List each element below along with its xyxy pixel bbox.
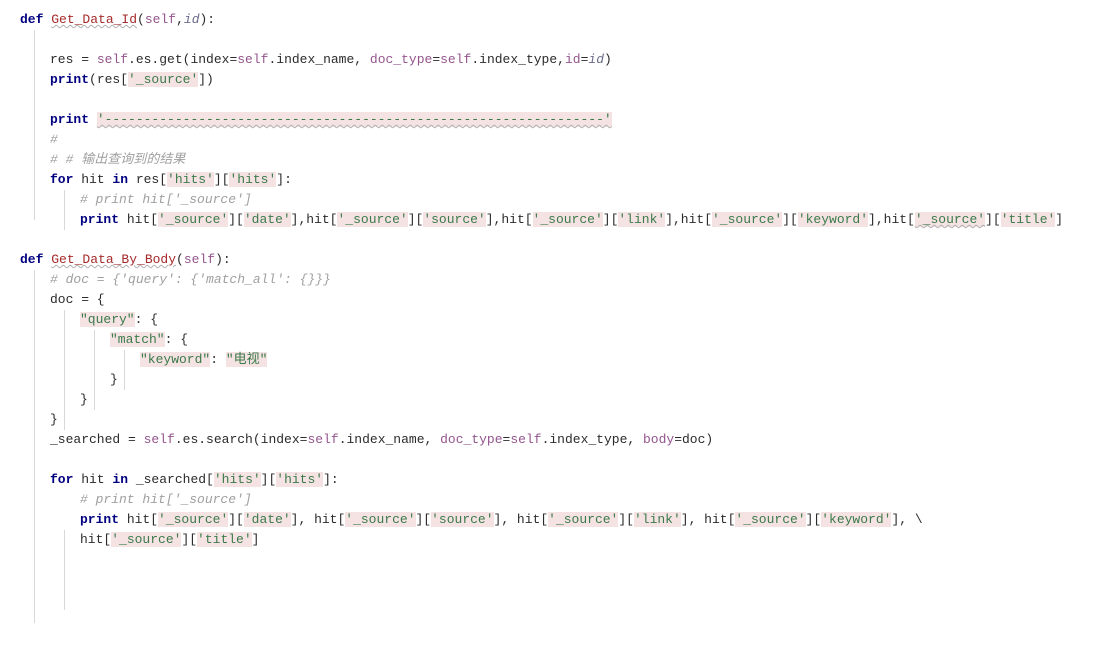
code-line: def Get_Data_Id(self,id): (10, 10, 1106, 30)
code-line: for hit in _searched['hits']['hits']: (10, 470, 1106, 490)
code-line (10, 30, 1106, 50)
code-block: def Get_Data_Id(self,id): res = self.es.… (0, 10, 1106, 570)
code-line: # print hit['_source'] (10, 190, 1106, 210)
code-line (10, 90, 1106, 110)
code-line: hit['_source']['title'] (10, 530, 1106, 550)
code-line: } (10, 390, 1106, 410)
code-line: _searched = self.es.search(index=self.in… (10, 430, 1106, 450)
code-line (10, 450, 1106, 470)
code-line: print hit['_source']['date'], hit['_sour… (10, 510, 1106, 530)
code-line: print '---------------------------------… (10, 110, 1106, 130)
code-line: print hit['_source']['date'],hit['_sourc… (10, 210, 1106, 230)
code-line: print(res['_source']) (10, 70, 1106, 90)
code-line: # doc = {'query': {'match_all': {}}} (10, 270, 1106, 290)
code-line: } (10, 370, 1106, 390)
code-line: "query": { (10, 310, 1106, 330)
code-line: for hit in res['hits']['hits']: (10, 170, 1106, 190)
code-line: # (10, 130, 1106, 150)
code-line: doc = { (10, 290, 1106, 310)
code-line (10, 550, 1106, 570)
code-line (10, 230, 1106, 250)
code-line: "match": { (10, 330, 1106, 350)
code-line: } (10, 410, 1106, 430)
code-line: # # 输出查询到的结果 (10, 150, 1106, 170)
code-line: res = self.es.get(index=self.index_name,… (10, 50, 1106, 70)
code-line: "keyword": "电视" (10, 350, 1106, 370)
code-line: # print hit['_source'] (10, 490, 1106, 510)
code-line: def Get_Data_By_Body(self): (10, 250, 1106, 270)
